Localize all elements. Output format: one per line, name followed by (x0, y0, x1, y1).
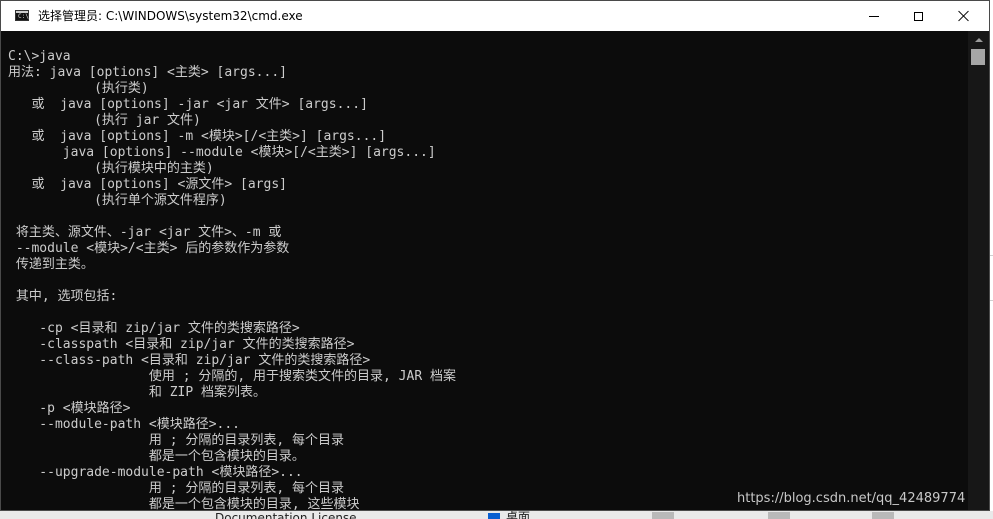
thumbnail-image (872, 512, 894, 519)
console-line: (执行模块中的主类) (8, 161, 214, 176)
console-output[interactable]: C:\>java 用法: java [options] <主类> [args...… (1, 31, 968, 510)
maximize-icon (913, 11, 923, 21)
console-line: --class-path <目录和 zip/jar 文件的类搜索路径> (8, 353, 371, 368)
background-bottom-text: Documentation License (215, 512, 357, 519)
console-line: --module <模块>/<主类> 后的参数作为参数 (8, 241, 290, 256)
console-line: -cp <目录和 zip/jar 文件的类搜索路径> (8, 321, 300, 336)
console-text: C:\>java 用法: java [options] <主类> [args...… (8, 49, 456, 510)
thumbnail-image (652, 512, 674, 519)
console-line: 使用 ; 分隔的, 用于搜索类文件的目录, JAR 档案 (8, 369, 456, 384)
console-line: java [options] --module <模块>[/<主类>] [arg… (8, 145, 436, 160)
console-line: C:\>java (8, 49, 71, 64)
console-line: (执行类) (8, 81, 149, 96)
console-line: 其中, 选项包括: (8, 289, 118, 304)
scroll-up-button[interactable] (968, 31, 989, 48)
console-line: 都是一个包含模块的目录, 这些模块 (8, 497, 360, 510)
console-line: 和 ZIP 档案列表。 (8, 385, 267, 400)
console-line: 或 java [options] <源文件> [args] (8, 177, 287, 192)
cmd-app-icon-label: C:\ (18, 13, 29, 20)
close-icon (958, 10, 970, 22)
console-line: --module-path <模块路径>... (8, 417, 241, 432)
cmd-window[interactable]: C:\ 选择管理员: C:\WINDOWS\system32\cmd.exe C… (0, 0, 990, 511)
console-line: (执行 jar 文件) (8, 113, 201, 128)
console-line: 用 ; 分隔的目录列表, 每个目录 (8, 433, 345, 448)
console-line: --upgrade-module-path <模块路径>... (8, 465, 303, 480)
scroll-thumb[interactable] (971, 49, 985, 65)
close-button[interactable] (941, 1, 987, 31)
window-title: 选择管理员: C:\WINDOWS\system32\cmd.exe (38, 9, 303, 23)
console-line: 或 java [options] -jar <jar 文件> [args...] (8, 97, 368, 112)
desktop: pi o pi -f ta Documentation License 桌面 C… (0, 0, 993, 519)
title-bar[interactable]: C:\ 选择管理员: C:\WINDOWS\system32\cmd.exe (1, 1, 989, 31)
console-line: -p <模块路径> (8, 401, 131, 416)
console-line: 传递到主类。 (8, 257, 94, 272)
console-line: 用法: java [options] <主类> [args...] (8, 65, 287, 80)
console-line: 都是一个包含模块的目录。 (8, 449, 305, 464)
maximize-button[interactable] (895, 1, 941, 31)
console-line: 用 ; 分隔的目录列表, 每个目录 (8, 481, 345, 496)
desktop-label: 桌面 (506, 511, 531, 519)
cmd-app-icon[interactable]: C:\ (15, 10, 29, 21)
console-line: -classpath <目录和 zip/jar 文件的类搜索路径> (8, 337, 355, 352)
console-line: 或 java [options] -m <模块>[/<主类>] [args...… (8, 129, 387, 144)
console-line: (执行单个源文件程序) (8, 193, 227, 208)
minimize-button[interactable] (851, 1, 897, 31)
vertical-scrollbar[interactable] (968, 31, 989, 510)
arrow-up-icon (974, 37, 983, 42)
thumbnail-image (768, 512, 790, 519)
console-line: 将主类、源文件、-jar <jar 文件>、-m 或 (8, 225, 282, 240)
watermark: https://blog.csdn.net/qq_42489774 (737, 491, 966, 506)
minimize-icon (869, 15, 879, 17)
desktop-folder-icon (488, 513, 500, 519)
